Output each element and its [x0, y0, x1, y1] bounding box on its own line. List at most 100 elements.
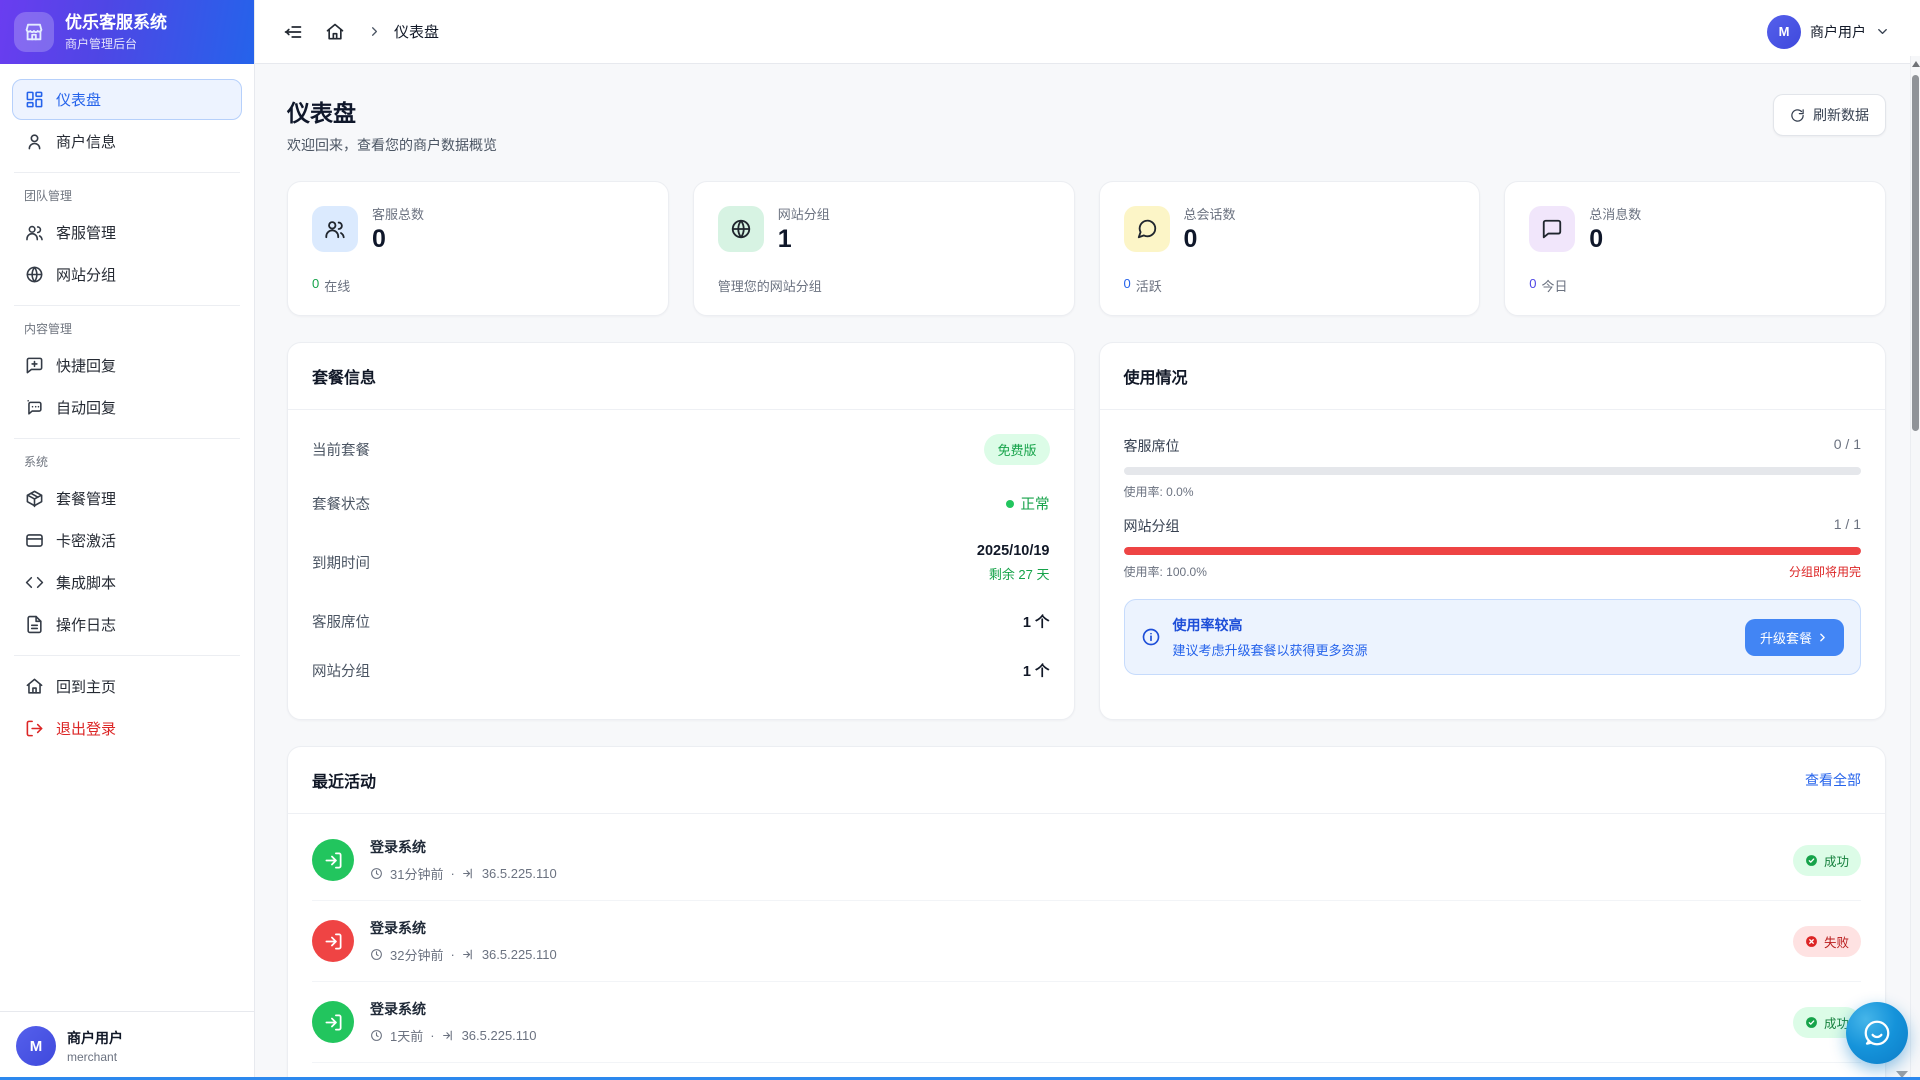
credit-card-icon: [25, 531, 44, 550]
upgrade-plan-button[interactable]: 升级套餐: [1745, 619, 1844, 656]
breadcrumb-current: 仪表盘: [394, 21, 439, 42]
sidebar-item-dashboard[interactable]: 仪表盘: [12, 79, 242, 120]
login-icon: [312, 1001, 354, 1043]
stat-value: 0: [1184, 225, 1236, 254]
plan-info-card: 套餐信息 当前套餐 免费版 套餐状态 正常 到期时间: [287, 342, 1075, 720]
divider: [14, 438, 240, 439]
ip-icon: [462, 948, 475, 961]
activity-meta: 31分钟前 · 36.5.225.110: [370, 864, 557, 883]
sidebar-item-plan-management[interactable]: 套餐管理: [12, 478, 242, 519]
sidebar-collapse-icon[interactable]: [283, 22, 303, 42]
plan-groups-value: 1 个: [1023, 660, 1050, 681]
status-badge: 成功: [1793, 845, 1861, 876]
stat-value: 0: [1589, 225, 1641, 254]
divider: [14, 305, 240, 306]
plan-status-value: 正常: [1021, 493, 1050, 514]
chat-smile-icon: [1862, 1018, 1892, 1048]
plan-expire-remain: 剩余 27 天: [977, 564, 1050, 583]
sidebar-user-name: 商户用户: [67, 1028, 123, 1048]
alert-title: 使用率较高: [1173, 615, 1368, 635]
sidebar-item-auto-reply[interactable]: 自动回复: [12, 387, 242, 428]
sidebar-item-quick-replies[interactable]: 快捷回复: [12, 345, 242, 386]
sidebar-item-merchant-info[interactable]: 商户信息: [12, 121, 242, 162]
stat-footer-count: 0: [312, 276, 319, 295]
plan-label: 网站分组: [312, 660, 370, 681]
stat-footer: 管理您的网站分组: [718, 276, 1050, 295]
stat-footer-count: 0: [1529, 276, 1536, 295]
sidebar-item-site-groups[interactable]: 网站分组: [12, 254, 242, 295]
topbar-user-menu[interactable]: M 商户用户: [1767, 15, 1890, 49]
plan-row-expire: 到期时间 2025/10/19 剩余 27 天: [312, 528, 1050, 597]
card-title: 使用情况: [1124, 364, 1188, 388]
activity-title: 登录系统: [370, 837, 557, 857]
page-title: 仪表盘: [287, 94, 497, 128]
stat-footer-count: 0: [1124, 276, 1131, 295]
brand-text: 优乐客服系统 商户管理后台: [65, 12, 167, 51]
page-scrollbar[interactable]: [1910, 56, 1920, 1080]
recent-activity-card: 最近活动 查看全部 登录系统 31分钟前 ·: [287, 746, 1886, 1080]
main-area: 仪表盘 M 商户用户 仪表盘 欢迎回来，查看您的商户数据概览 刷新数据: [255, 0, 1920, 1080]
scrollbar-up-arrow-icon[interactable]: [1912, 61, 1920, 67]
chat-widget-button[interactable]: [1846, 1002, 1908, 1064]
breadcrumb-home-icon[interactable]: [325, 22, 345, 42]
stat-footer-text: 活跃: [1136, 276, 1162, 295]
plan-row-groups: 网站分组 1 个: [312, 646, 1050, 695]
sidebar-item-integration-script[interactable]: 集成脚本: [12, 562, 242, 603]
chevron-right-icon: [1816, 631, 1829, 644]
status-text: 失败: [1824, 932, 1849, 951]
sidebar-item-label: 操作日志: [56, 614, 116, 635]
plan-seats-value: 1 个: [1023, 611, 1050, 632]
login-icon: [312, 839, 354, 881]
stat-label: 总消息数: [1589, 204, 1641, 223]
plan-label: 客服席位: [312, 611, 370, 632]
sidebar-item-label: 快捷回复: [56, 355, 116, 376]
stats-row: 客服总数 0 0在线 网站分组 1 管理您的网站分组: [287, 181, 1886, 316]
sidebar-item-card-activation[interactable]: 卡密激活: [12, 520, 242, 561]
refresh-data-button[interactable]: 刷新数据: [1773, 94, 1886, 136]
sidebar-item-label: 自动回复: [56, 397, 116, 418]
sidebar-user-card[interactable]: M 商户用户 merchant: [0, 1011, 254, 1080]
page-header-text: 仪表盘 欢迎回来，查看您的商户数据概览: [287, 94, 497, 155]
clock-icon: [370, 867, 383, 880]
stat-card-agents: 客服总数 0 0在线: [287, 181, 669, 316]
stat-footer-text: 管理您的网站分组: [718, 276, 822, 295]
usage-card: 使用情况 客服席位 0 / 1 使用率: 0.0% 网站分组 1 / 1: [1099, 342, 1887, 720]
users-icon: [25, 223, 44, 242]
topbar: 仪表盘 M 商户用户: [255, 0, 1920, 64]
meta-separator: ·: [450, 947, 454, 962]
chevron-down-icon: [1875, 24, 1890, 39]
sidebar-item-logout[interactable]: 退出登录: [12, 708, 242, 749]
activity-meta: 1天前 · 36.5.225.110: [370, 1026, 537, 1045]
scrollbar-thumb[interactable]: [1912, 75, 1919, 431]
activity-time: 32分钟前: [390, 945, 443, 964]
activity-time: 1天前: [390, 1026, 423, 1045]
page-content: 仪表盘 欢迎回来，查看您的商户数据概览 刷新数据 客服总数 0: [255, 64, 1920, 1080]
clock-icon: [370, 1029, 383, 1042]
view-all-link[interactable]: 查看全部: [1805, 770, 1861, 790]
sidebar-item-label: 套餐管理: [56, 488, 116, 509]
app-window: 优乐客服系统 商户管理后台 仪表盘 商户信息 团队管理 客服管理 网站分组: [0, 0, 1920, 1080]
globe-icon: [718, 206, 764, 252]
stat-label: 总会话数: [1184, 204, 1236, 223]
stat-footer-text: 今日: [1541, 276, 1567, 295]
stat-card-messages: 总消息数 0 0 今日: [1504, 181, 1886, 316]
sidebar-item-operation-log[interactable]: 操作日志: [12, 604, 242, 645]
usage-label: 客服席位: [1124, 436, 1180, 456]
usage-alert: 使用率较高 建议考虑升级套餐以获得更多资源 升级套餐: [1124, 599, 1862, 675]
card-title: 最近活动: [312, 768, 376, 792]
divider: [14, 655, 240, 656]
activity-time: 31分钟前: [390, 864, 443, 883]
usage-groups-progressbar: [1124, 547, 1862, 555]
plan-label: 当前套餐: [312, 439, 370, 460]
auto-reply-bubble-icon: [25, 398, 44, 417]
activity-ip: 36.5.225.110: [482, 866, 557, 881]
progress-fill: [1124, 547, 1862, 555]
info-icon: [1141, 627, 1161, 647]
sidebar-nav: 仪表盘 商户信息 团队管理 客服管理 网站分组 内容管理 快捷回复: [0, 64, 254, 1011]
chevron-right-icon: [367, 24, 382, 39]
stat-card-sessions: 总会话数 0 0 活跃: [1099, 181, 1481, 316]
stat-footer: 0 今日: [1529, 276, 1861, 295]
sidebar-item-agent-management[interactable]: 客服管理: [12, 212, 242, 253]
plan-label: 套餐状态: [312, 493, 370, 514]
sidebar-item-back-home[interactable]: 回到主页: [12, 666, 242, 707]
